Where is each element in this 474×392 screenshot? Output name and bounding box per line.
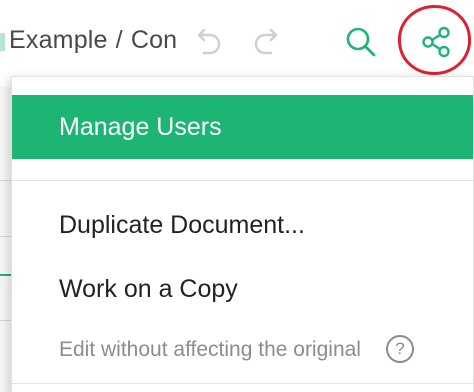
breadcrumb-document[interactable]: Example bbox=[9, 26, 108, 54]
share-button[interactable] bbox=[414, 20, 458, 64]
redo-icon bbox=[254, 28, 278, 55]
share-icon bbox=[422, 26, 450, 58]
search-button[interactable] bbox=[339, 20, 383, 64]
breadcrumb-page[interactable]: Con bbox=[131, 26, 177, 54]
duplicate-document-item[interactable]: Duplicate Document... bbox=[12, 205, 473, 245]
breadcrumb-separator: / bbox=[115, 26, 123, 54]
menu-divider bbox=[12, 383, 473, 384]
work-on-copy-hint: Edit without affecting the original bbox=[59, 338, 361, 361]
share-menu: Manage Users Duplicate Document... Work … bbox=[11, 76, 474, 392]
page: Example / Con Manage Users Duplicate Doc… bbox=[0, 0, 474, 392]
help-icon[interactable]: ? bbox=[386, 335, 414, 363]
breadcrumb: Example / Con bbox=[9, 26, 177, 55]
manage-users-item[interactable]: Manage Users bbox=[12, 95, 473, 159]
redo-button[interactable] bbox=[246, 20, 290, 64]
search-icon bbox=[346, 27, 376, 57]
menu-divider bbox=[12, 180, 473, 181]
top-bar: Example / Con bbox=[0, 0, 474, 86]
undo-button[interactable] bbox=[185, 20, 229, 64]
undo-icon bbox=[197, 28, 221, 55]
document-icon bbox=[0, 33, 5, 51]
work-on-copy-item[interactable]: Work on a Copy bbox=[12, 269, 473, 309]
